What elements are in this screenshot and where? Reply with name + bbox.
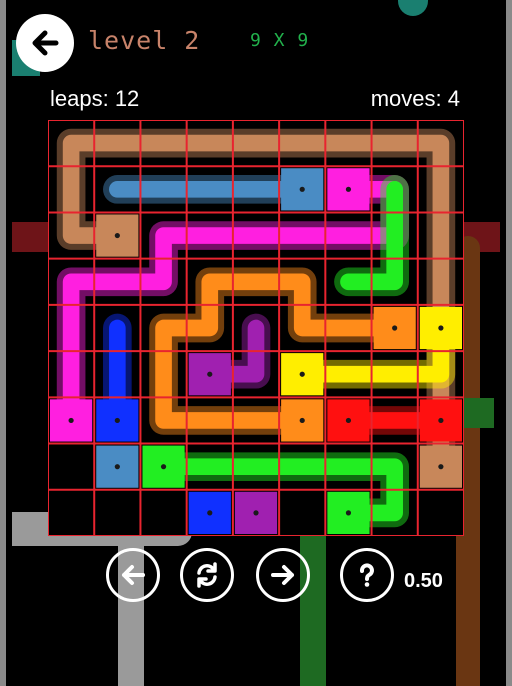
endpoint-dot — [438, 417, 444, 424]
endpoint-dot — [299, 371, 305, 377]
endpoint-dot — [438, 325, 444, 331]
game-board[interactable] — [48, 120, 464, 536]
endpoint-dot — [345, 510, 352, 516]
level-label: level 2 — [88, 26, 201, 55]
endpoint-dot — [207, 371, 213, 377]
endpoint-dot — [68, 417, 74, 424]
redo-button[interactable] — [256, 548, 310, 602]
help-button[interactable] — [340, 548, 394, 602]
arrow-right-icon — [271, 565, 294, 585]
question-icon — [360, 563, 374, 587]
endpoint-dot — [345, 417, 352, 424]
arrow-left-icon — [122, 565, 145, 585]
endpoint-dot — [114, 464, 120, 470]
moves-counter: moves: 4 — [370, 86, 460, 111]
endpoint-dot — [114, 232, 120, 239]
endpoint-dot — [160, 464, 167, 470]
endpoint-dot — [299, 186, 305, 192]
refresh-icon — [197, 562, 217, 588]
endpoint-dot — [253, 510, 259, 516]
game-header: level 2 9 X 9 — [0, 0, 512, 86]
restart-button[interactable] — [180, 548, 234, 602]
endpoint-dot — [438, 464, 444, 470]
grid-size-label: 9 X 9 — [250, 30, 310, 51]
back-button[interactable] — [16, 14, 74, 72]
timer-value: 0.50 — [404, 570, 443, 592]
arrow-left-icon — [32, 30, 59, 56]
undo-button[interactable] — [106, 548, 160, 602]
leaps-counter: leaps: 12 — [50, 86, 140, 111]
endpoint-dot — [299, 417, 305, 424]
endpoint-dot — [114, 417, 120, 424]
endpoint-dot — [392, 325, 398, 331]
endpoint-dot — [345, 186, 352, 192]
endpoint-dot — [207, 510, 213, 516]
